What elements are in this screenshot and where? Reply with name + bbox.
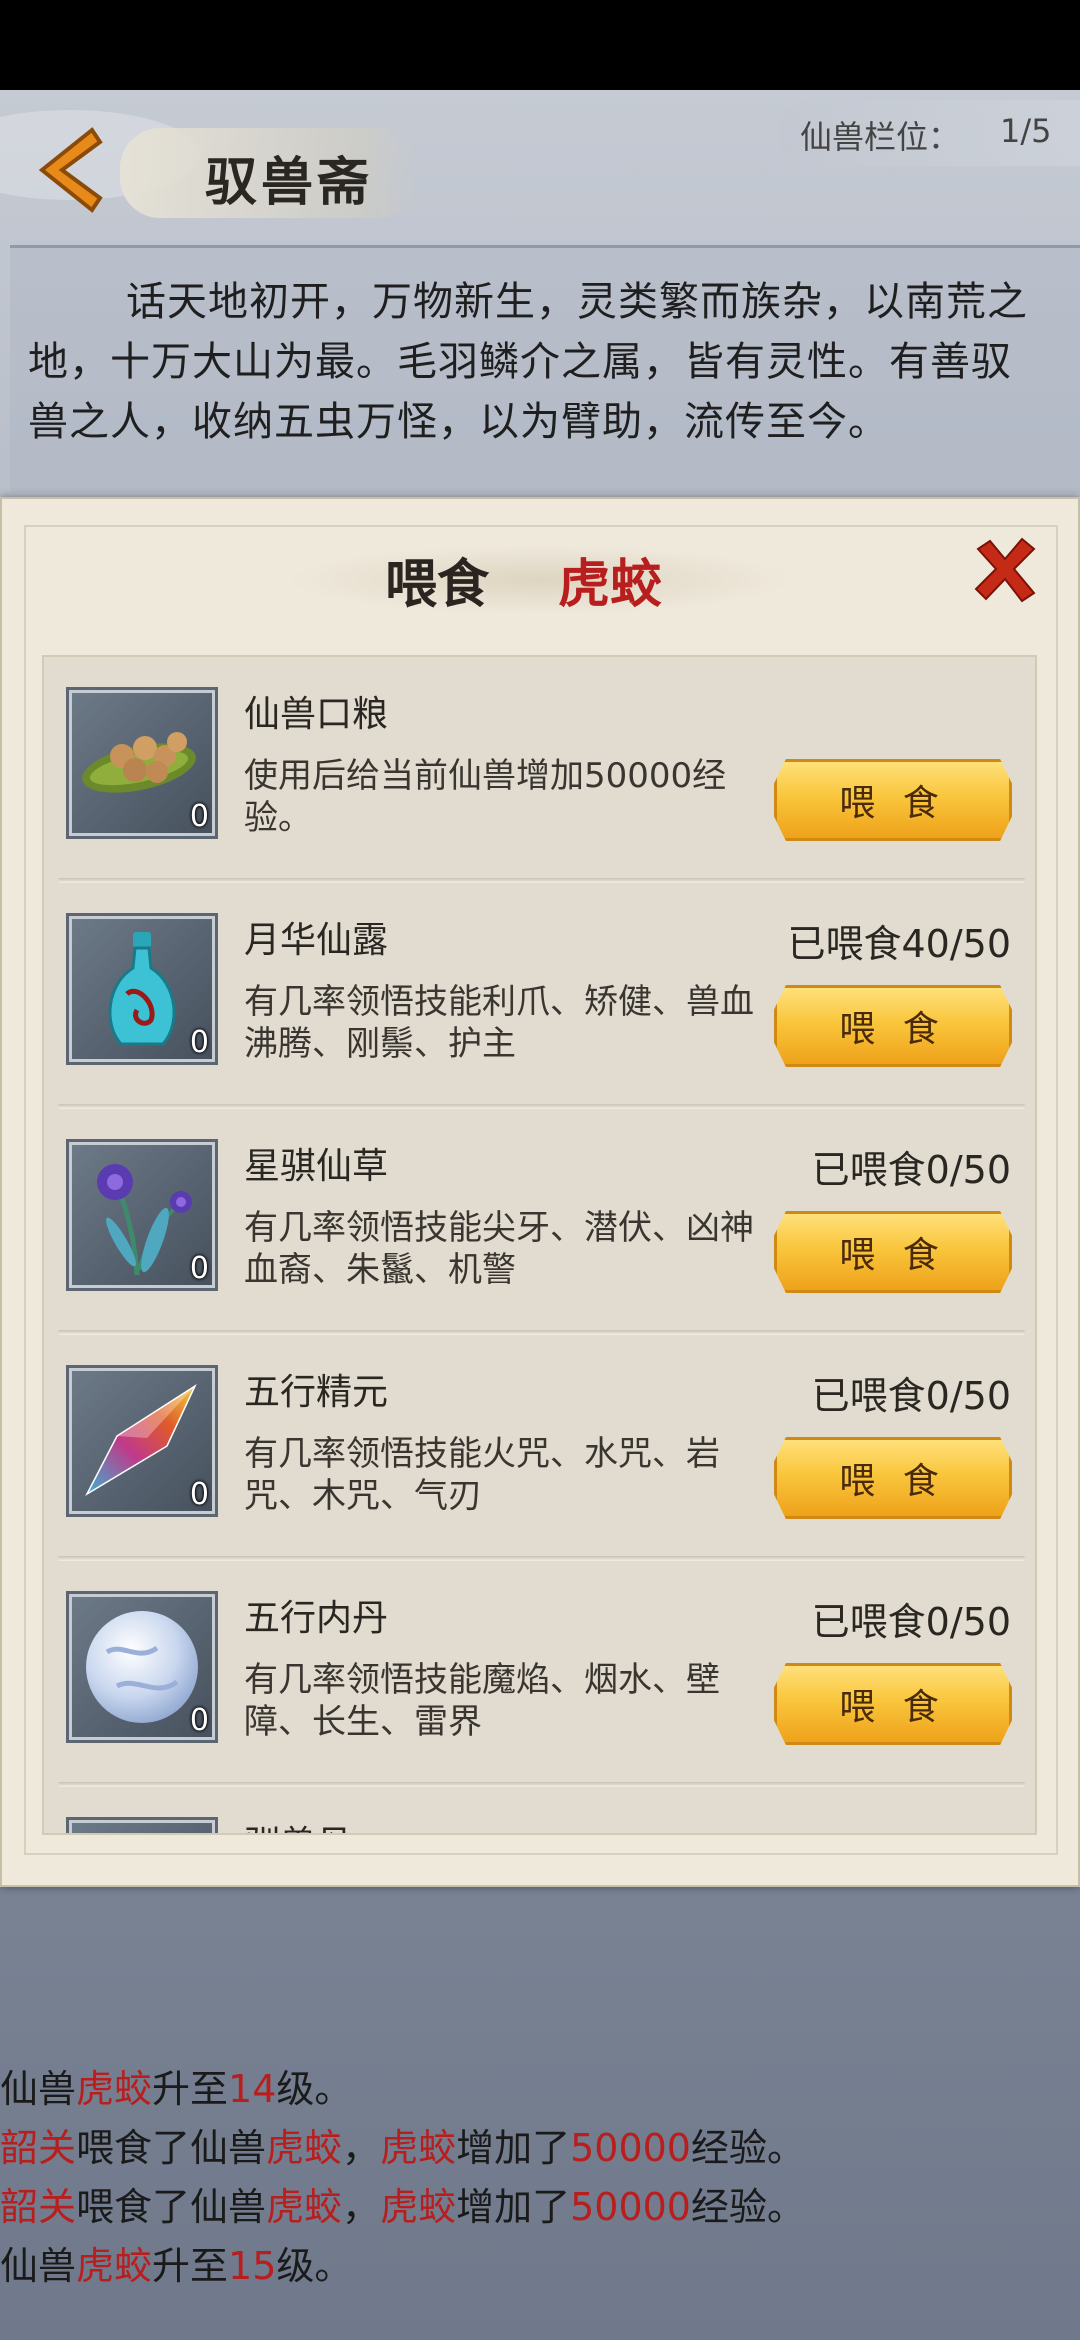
page-title: 驭兽斋 [205, 152, 374, 213]
log-line: 韶关喂食了仙兽虎蛟，虎蛟增加了50000经验。 [0, 2178, 1080, 2237]
status-bar [0, 0, 1080, 90]
message-log: 仙兽虎蛟升至14级。 韶关喂食了仙兽虎蛟，虎蛟增加了50000经验。 韶关喂食了… [0, 2060, 1080, 2296]
log-highlight: 韶关 [0, 2185, 77, 2229]
log-text: ， [342, 2126, 381, 2170]
fed-count: 已喂食0/50 [811, 1148, 1011, 1192]
close-button[interactable] [970, 535, 1040, 605]
log-text: 喂食了仙兽 [76, 2126, 267, 2170]
list-item: 0 仙兽口粮 使用后给当前仙兽增加50000经验。 喂 食 [44, 657, 1035, 883]
log-text: 仙兽 [0, 2244, 77, 2288]
list-item: 0 星骐仙草 有几率领悟技能尖牙、潜伏、凶神血裔、朱鬣、机警 已喂食0/50 喂… [44, 1109, 1035, 1335]
feed-button[interactable]: 喂 食 [774, 759, 1012, 841]
item-count: 0 [189, 1703, 209, 1738]
close-x-icon [974, 537, 1036, 603]
log-highlight: 虎蛟 [76, 2244, 153, 2288]
log-highlight: 虎蛟 [76, 2067, 153, 2111]
item-name: 驯兽丹 [244, 1815, 352, 1833]
log-highlight: 15 [228, 2244, 277, 2288]
log-text: 经验。 [690, 2126, 805, 2170]
log-text: 仙兽 [0, 2067, 77, 2111]
log-highlight: 50000 [570, 2126, 691, 2170]
log-highlight: 虎蛟 [266, 2126, 343, 2170]
item-name: 仙兽口粮 [244, 694, 389, 735]
log-text: 经验。 [690, 2185, 805, 2229]
list-item: 0 五行精元 有几率领悟技能火咒、水咒、岩咒、木咒、气刃 已喂食0/50 喂 食 [44, 1335, 1035, 1561]
item-icon-frame[interactable]: 0 [66, 1139, 218, 1291]
item-list[interactable]: 0 仙兽口粮 使用后给当前仙兽增加50000经验。 喂 食 0 月华仙露 有几率… [42, 655, 1037, 1835]
item-desc: 有几率领悟技能火咒、水咒、岩咒、木咒、气刃 [244, 1434, 720, 1516]
feed-button[interactable]: 喂 食 [774, 985, 1012, 1067]
log-text: 升至 [152, 2244, 229, 2288]
feed-button[interactable]: 喂 食 [774, 1663, 1012, 1745]
item-name: 月华仙露 [244, 920, 389, 961]
feed-button[interactable]: 喂 食 [774, 1211, 1012, 1293]
item-count: 0 [189, 1251, 209, 1286]
log-text: 增加了 [456, 2126, 571, 2170]
item-icon-frame[interactable]: 0 [66, 913, 218, 1065]
list-item: 驯兽丹 [44, 1787, 1035, 1835]
back-button[interactable] [22, 120, 112, 220]
item-desc: 有几率领悟技能魔焰、烟水、壁障、长生、雷界 [244, 1660, 720, 1742]
slot-label: 仙兽栏位： [800, 118, 961, 156]
vase-icon [108, 932, 176, 1046]
item-count: 0 [189, 799, 209, 834]
item-desc: 有几率领悟技能利爪、矫健、兽血沸腾、刚鬃、护主 [244, 982, 754, 1064]
log-highlight: 虎蛟 [380, 2126, 457, 2170]
item-icon-frame[interactable]: 0 [66, 1591, 218, 1743]
log-highlight: 虎蛟 [266, 2185, 343, 2229]
fed-count: 已喂食40/50 [787, 922, 1011, 966]
log-line: 仙兽虎蛟升至14级。 [0, 2060, 1080, 2119]
item-icon-frame[interactable] [66, 1817, 218, 1835]
back-arrow-icon [38, 127, 103, 213]
log-line: 韶关喂食了仙兽虎蛟，虎蛟增加了50000经验。 [0, 2119, 1080, 2178]
log-line: 仙兽虎蛟升至15级。 [0, 2237, 1080, 2296]
item-desc: 有几率领悟技能尖牙、潜伏、凶神血裔、朱鬣、机警 [244, 1208, 754, 1290]
fed-count: 已喂食0/50 [811, 1374, 1011, 1418]
item-icon-frame[interactable]: 0 [66, 687, 218, 839]
log-highlight: 韶关 [0, 2126, 77, 2170]
dialog-title-decoration [285, 545, 795, 615]
food-pellets-icon [82, 732, 196, 793]
pearl-icon [86, 1611, 198, 1723]
item-count: 0 [189, 1025, 209, 1060]
item-desc: 使用后给当前仙兽增加50000经验。 [244, 756, 727, 838]
item-icon-frame[interactable]: 0 [66, 1365, 218, 1517]
log-highlight: 14 [228, 2067, 277, 2111]
list-item: 0 月华仙露 有几率领悟技能利爪、矫健、兽血沸腾、刚鬃、护主 已喂食40/50 … [44, 883, 1035, 1109]
dialog-title: 喂食 [385, 554, 490, 615]
item-count: 0 [189, 1477, 209, 1512]
log-text: 增加了 [456, 2185, 571, 2229]
fed-count: 已喂食0/50 [811, 1600, 1011, 1644]
log-text: 级。 [276, 2067, 353, 2111]
log-highlight: 虎蛟 [380, 2185, 457, 2229]
partial-item-icon [77, 1828, 207, 1835]
item-name: 五行内丹 [244, 1598, 389, 1639]
dialog-pet-name: 虎蛟 [558, 554, 663, 615]
item-name: 星骐仙草 [244, 1146, 389, 1187]
list-item: 0 五行内丹 有几率领悟技能魔焰、烟水、壁障、长生、雷界 已喂食0/50 喂 食 [44, 1561, 1035, 1787]
log-text: 喂食了仙兽 [76, 2185, 267, 2229]
flower-icon [97, 1164, 192, 1276]
log-text: 升至 [152, 2067, 229, 2111]
feed-button[interactable]: 喂 食 [774, 1437, 1012, 1519]
slot-value: 1/5 [1000, 112, 1052, 150]
crystal-icon [85, 1383, 197, 1497]
log-highlight: 50000 [570, 2185, 691, 2229]
log-text: 级。 [276, 2244, 353, 2288]
log-text: ， [342, 2185, 381, 2229]
item-name: 五行精元 [244, 1372, 389, 1413]
story-text: 话天地初开，万物新生，灵类繁而族杂，以南荒之地，十万大山为最。毛羽鳞介之属，皆有… [28, 279, 1028, 445]
